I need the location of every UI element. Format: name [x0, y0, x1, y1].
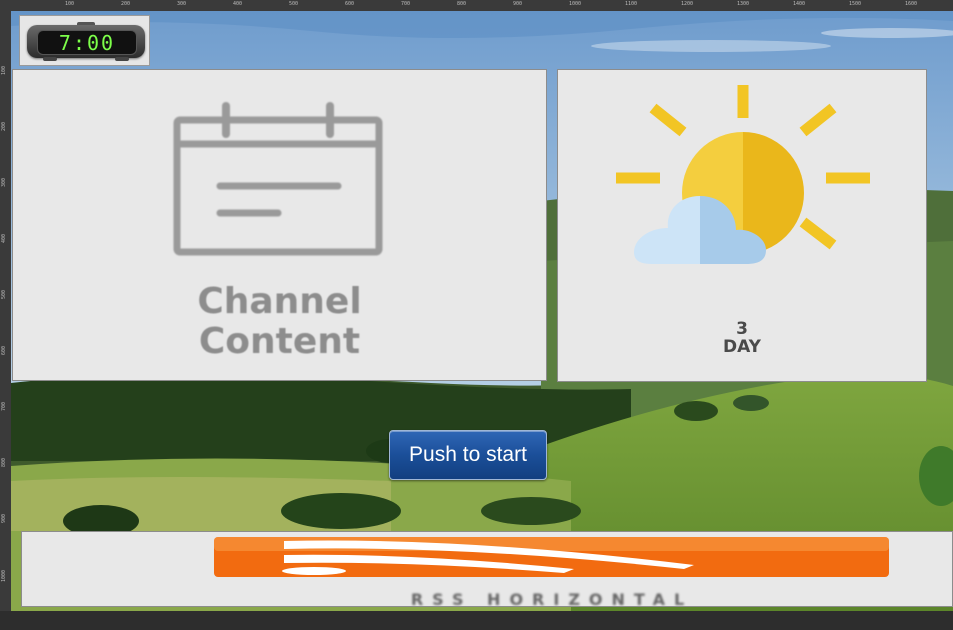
ruler-left-tick: 700	[1, 402, 7, 412]
signage-editor: 100 200 300 400 500 600 700 800 900 1000 1100 1200 1…	[0, 0, 953, 630]
rss-ticker-zone[interactable]: RSS HORIZONTAL	[21, 531, 953, 607]
ruler-top-tick: 1500	[849, 1, 862, 7]
clock-time: 7:00	[37, 30, 137, 55]
sun-cloud-icon	[616, 85, 870, 264]
status-strip	[0, 611, 953, 630]
rss-label: RSS HORIZONTAL	[410, 590, 694, 607]
ruler-top-tick: 100	[65, 1, 75, 7]
ruler-top-tick: 900	[513, 1, 523, 7]
ruler-top-tick: 300	[177, 1, 187, 7]
ruler-top-tick: 1100	[625, 1, 638, 7]
calendar-icon	[173, 102, 383, 256]
clock-widget[interactable]: 7:00	[19, 15, 150, 66]
ruler-left-tick: 1000	[1, 570, 7, 583]
layout-canvas[interactable]: 7:00 Channel Content 3 DAY Push to start…	[11, 11, 953, 611]
ruler-top-tick: 400	[233, 1, 243, 7]
ruler-left-tick: 600	[1, 346, 7, 356]
ruler-top-tick: 600	[345, 1, 355, 7]
channel-label-line1: Channel	[197, 281, 362, 322]
ruler-top-tick: 1200	[681, 1, 694, 7]
ruler-top-tick: 500	[289, 1, 299, 7]
ruler-top-tick: 700	[401, 1, 411, 7]
channel-content-zone[interactable]: Channel Content	[12, 69, 547, 381]
clock-snooze-button	[77, 22, 95, 25]
ruler-left-tick: 300	[1, 178, 7, 188]
channel-content-label: Channel Content	[13, 282, 546, 362]
clock-leg-right	[115, 57, 129, 61]
ruler-left-tick: 500	[1, 290, 7, 300]
weather-label: 3 DAY	[558, 320, 926, 356]
ruler-left-tick: 400	[1, 234, 7, 244]
ruler-left-tick: 200	[1, 122, 7, 132]
weather-label-days: 3	[736, 319, 748, 339]
ruler-top-tick: 800	[457, 1, 467, 7]
weather-zone[interactable]: 3 DAY	[557, 69, 927, 382]
ruler-top-tick: 1400	[793, 1, 806, 7]
clock-leg-left	[43, 57, 57, 61]
alarm-clock-icon: 7:00	[27, 22, 145, 61]
weather-label-unit: DAY	[723, 337, 761, 357]
push-to-start-button[interactable]: Push to start	[389, 430, 547, 480]
ruler-top-tick: 1300	[737, 1, 750, 7]
rss-icon	[214, 537, 889, 577]
ruler-top-tick: 1000	[569, 1, 582, 7]
ruler-left-tick: 100	[1, 66, 7, 76]
ruler-left-tick: 900	[1, 514, 7, 524]
ruler-left-tick: 800	[1, 458, 7, 468]
channel-label-line2: Content	[198, 321, 361, 362]
ruler-top-tick: 200	[121, 1, 131, 7]
ruler-top-tick: 1600	[905, 1, 918, 7]
